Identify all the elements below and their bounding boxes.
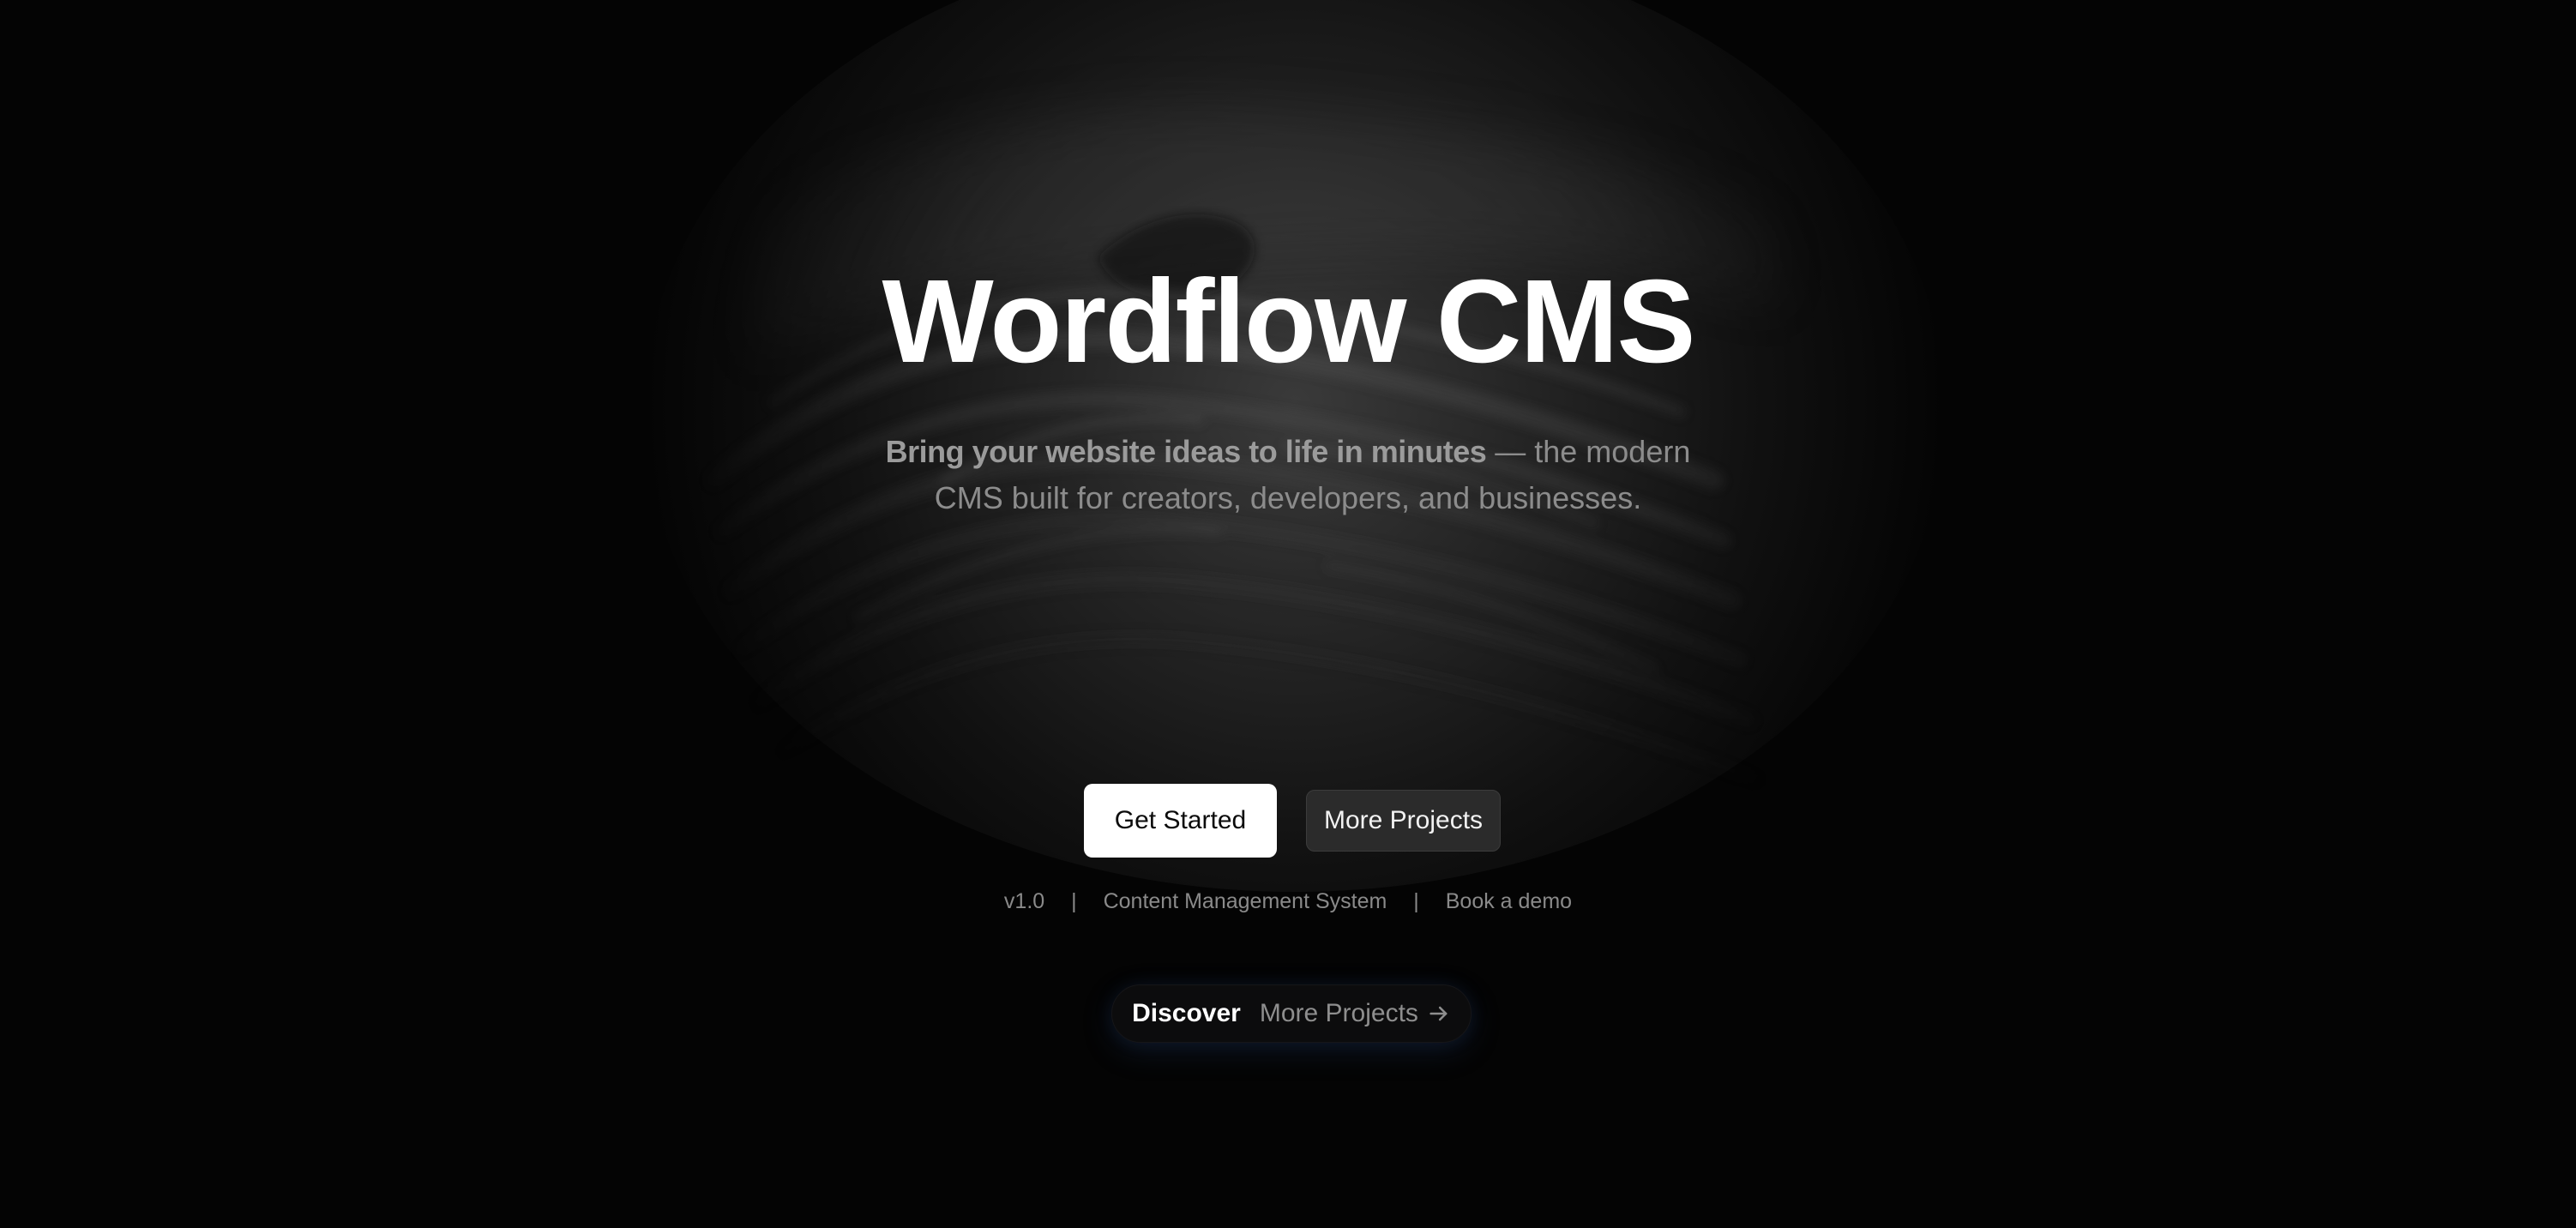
landing-page: Wordflow CMS Bring your website ideas to… xyxy=(0,0,2576,1228)
discover-link-label: More Projects xyxy=(1259,999,1418,1027)
product-label: Content Management System xyxy=(1103,889,1387,913)
discover-more-projects-link[interactable]: Discover More Projects xyxy=(1111,984,1472,1043)
arrow-right-icon xyxy=(1429,1006,1447,1021)
version-label: v1.0 xyxy=(1003,889,1045,913)
discover-label: Discover xyxy=(1132,999,1241,1027)
hero-subtitle: Bring your website ideas to life in minu… xyxy=(859,429,1717,521)
get-started-button[interactable]: Get Started xyxy=(1084,784,1277,858)
meta-separator: | xyxy=(1071,889,1077,913)
more-projects-button[interactable]: More Projects xyxy=(1306,790,1501,852)
subtitle-highlight: Bring your website ideas to life in minu… xyxy=(885,434,1487,469)
book-demo-link[interactable]: Book a demo xyxy=(1446,889,1572,913)
meta-separator: | xyxy=(1413,889,1419,913)
meta-line: v1.0 | Content Management System | Book … xyxy=(0,886,2576,917)
page-title: Wordflow CMS xyxy=(882,256,1696,388)
hero-section: Wordflow CMS Bring your website ideas to… xyxy=(0,0,2576,1228)
discover-link[interactable]: More Projects xyxy=(1260,999,1451,1028)
